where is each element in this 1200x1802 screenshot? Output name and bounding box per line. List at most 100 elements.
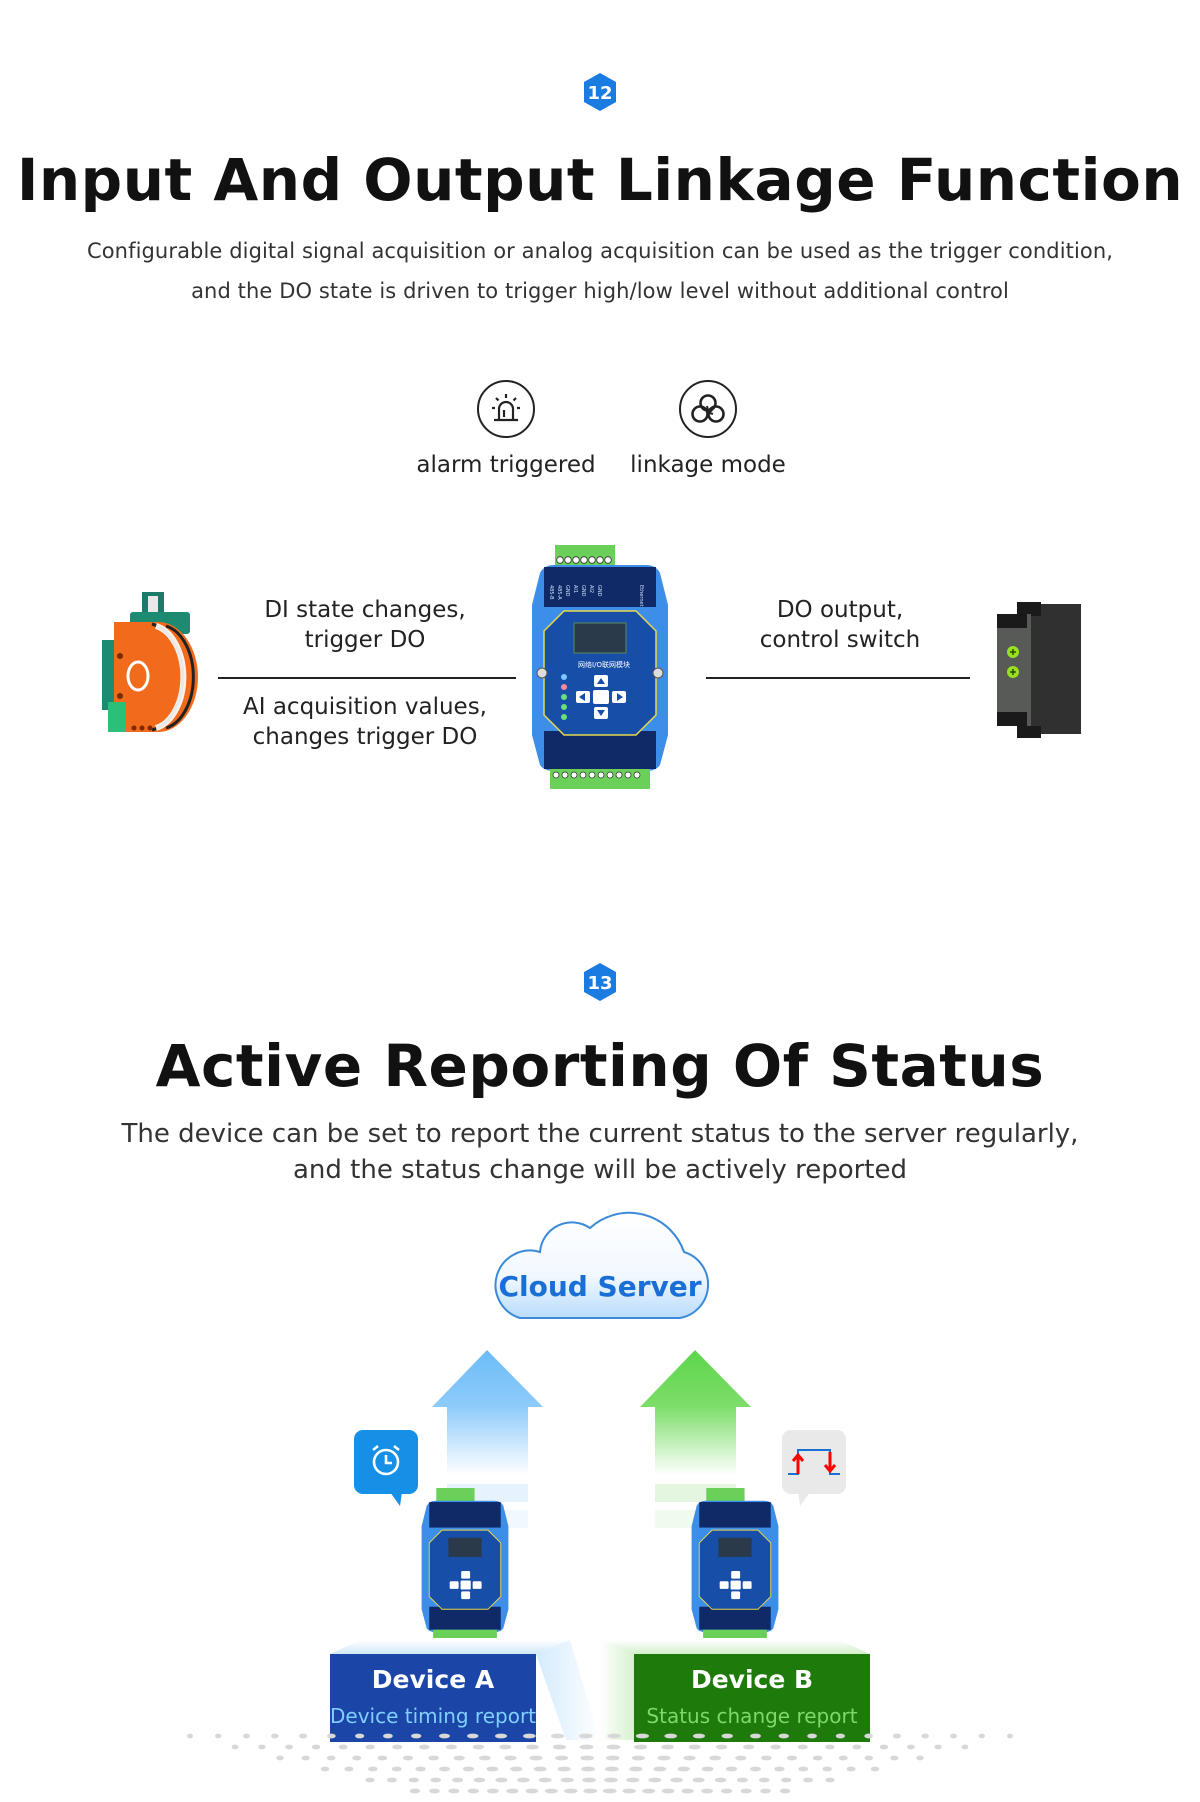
floor-dot [579,1733,593,1739]
floor-dot [653,1766,667,1772]
floor-dot [467,1733,479,1739]
linkage-cycle-icon [679,380,737,438]
floor-dot [517,1777,530,1783]
svg-text:GND: GND [564,585,570,597]
floor-dot [551,1733,565,1739]
dotted-floor-decoration [180,1730,1020,1800]
device-b-title: Device B [690,1665,814,1694]
svg-text:AI1: AI1 [572,585,578,593]
svg-text:GND: GND [580,585,586,597]
floor-dot [916,1755,924,1761]
floor-dot [408,1777,419,1783]
floor-dot [683,1755,696,1761]
floor-dot [642,1788,656,1794]
text-line: control switch [759,627,921,653]
floor-dot [774,1766,785,1772]
floor-dot [715,1744,728,1750]
floor-dot [557,1766,571,1772]
floor-dot [478,1755,491,1761]
section-subtitle-line-1: The device can be set to report the curr… [121,1119,1079,1149]
floor-dot [701,1766,714,1772]
floor-dot [365,1744,375,1750]
floor-dot [657,1755,671,1761]
io-module-image: 485-B 485-A GND AI1 GND AI2 GND Ethernet… [530,545,670,790]
relay-switch-image [995,600,1085,740]
floor-dot [864,1733,873,1739]
text-line: trigger DO [304,627,426,653]
floor-dot [486,1788,499,1794]
floor-dot [631,1755,646,1761]
floor-dot [770,1744,781,1750]
floor-dot [661,1788,675,1794]
floor-dot [606,1744,621,1750]
floor-dot [560,1777,574,1783]
floor-dot [554,1755,569,1761]
floor-dot [583,1788,598,1794]
badge-number: 13 [587,973,612,994]
timing-report-bubble [354,1430,420,1508]
floor-dot [430,1777,442,1783]
floor-dot [327,1733,336,1739]
floor-dot [743,1744,755,1750]
floor-dot [633,1744,648,1750]
floor-dot [526,1744,539,1750]
floor-dot [285,1744,293,1750]
floor-dot [786,1755,798,1761]
floor-dot [978,1733,985,1739]
section-subtitle-line-2: and the status change will be actively r… [293,1155,907,1185]
floor-dot [635,1733,649,1739]
floor-dot [301,1755,310,1761]
floor-dot [564,1788,578,1794]
floor-dot [838,1755,848,1761]
floor-dot [506,1788,519,1794]
floor-dot [803,1777,814,1783]
floor-dot [709,1755,722,1761]
device-a-module-image [420,1488,510,1638]
floor-dot [605,1766,619,1772]
di-trigger-text: DI state changes, trigger DO [220,595,510,655]
ai-trigger-text: AI acquisition values, changes trigger D… [220,692,510,752]
floor-dot [579,1744,594,1750]
floor-dot [677,1766,690,1772]
floor-dot [779,1788,791,1794]
mode-label: alarm triggered [416,452,596,478]
floor-dot [582,1777,596,1783]
floor-dot [688,1744,701,1750]
floor-dot [276,1755,284,1761]
floor-dot [879,1744,889,1750]
mode-label: linkage mode [630,452,786,478]
floor-dot [778,1733,789,1739]
floor-dot [320,1766,330,1772]
floor-dot [402,1755,414,1761]
floor-dot [258,1744,266,1750]
floor-dot [338,1744,348,1750]
divider-line-left [218,677,516,679]
floor-dot [533,1766,547,1772]
floor-dot [392,1744,403,1750]
floor-dot [604,1777,618,1783]
floor-dot [448,1788,460,1794]
floor-dot [890,1755,899,1761]
svg-text:GND: GND [596,585,602,597]
floor-dot [383,1733,393,1739]
floor-dot [825,1777,835,1783]
floor-dot [311,1744,321,1750]
floor-dot [538,1777,552,1783]
text-line: changes trigger DO [252,724,478,750]
floor-dot [386,1777,397,1783]
floor-dot [807,1733,817,1739]
device-a-subtitle: Device timing report [330,1704,537,1728]
floor-dot [749,1766,761,1772]
floor-dot [499,1744,512,1750]
floor-dot [544,1788,558,1794]
floor-dot [580,1755,595,1761]
floor-dot [377,1755,388,1761]
floor-dot [725,1766,738,1772]
floor-dot [934,1744,942,1750]
floor-dot [750,1733,761,1739]
floor-dot [602,1788,617,1794]
floor-dot [822,1766,832,1772]
badge-number: 12 [587,83,612,104]
mode-linkage: linkage mode [608,380,808,478]
do-output-text: DO output, control switch [710,595,970,655]
